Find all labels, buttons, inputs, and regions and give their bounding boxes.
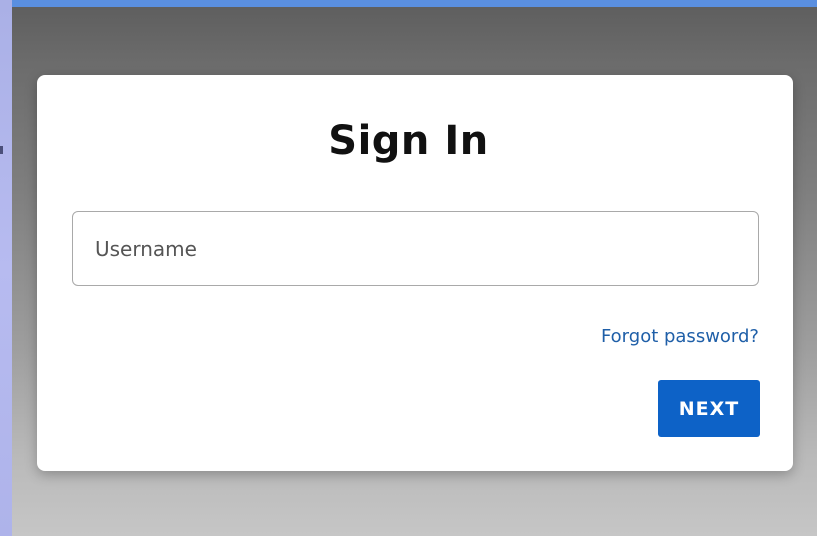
left-side-strip [0,0,12,536]
forgot-password-link[interactable]: Forgot password? [601,326,759,347]
username-field[interactable] [72,211,759,286]
page-title: Sign In [328,118,489,164]
top-accent-bar [12,0,817,7]
next-button[interactable]: NEXT [658,380,760,437]
username-input[interactable] [95,212,735,285]
